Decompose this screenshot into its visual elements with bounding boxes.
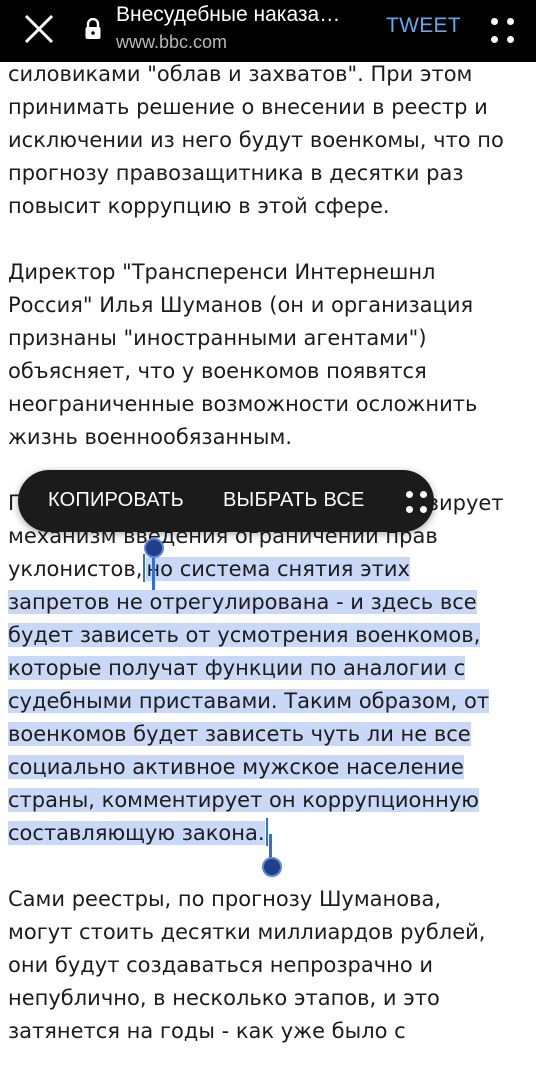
paragraph-4: Сами реестры, по прогнозу Шуманова, могу… bbox=[8, 887, 486, 1043]
selection-start-stem bbox=[152, 556, 155, 590]
select-all-button[interactable]: ВЫБРАТЬ ВСЕ bbox=[223, 489, 365, 512]
selected-text[interactable]: социально активное мужское население bbox=[8, 755, 464, 779]
selected-text[interactable]: страны, комментирует он коррупционную bbox=[8, 788, 479, 812]
more-menu-button[interactable] bbox=[488, 12, 518, 50]
more-vert-icon bbox=[491, 18, 498, 25]
tweet-button[interactable]: TWEET bbox=[386, 14, 461, 38]
selected-text[interactable]: судебными приставами. Таким образом, от bbox=[8, 689, 490, 713]
selected-text[interactable]: будет зависеть от усмотрения военкомов, bbox=[8, 623, 481, 647]
page-title: Внесудебные наказа… bbox=[116, 3, 341, 26]
page-url: www.bbc.com bbox=[116, 32, 228, 52]
paragraph-2: Директор "Трансперенси Интернешнл Россия… bbox=[8, 260, 478, 449]
selected-text[interactable]: но система снятия этих bbox=[146, 557, 410, 581]
selection-caret-end bbox=[265, 818, 268, 846]
browser-top-bar: Внесудебные наказа… www.bbc.com TWEET bbox=[0, 0, 536, 62]
article-body: силовиками "облав и захватов". При этом … bbox=[8, 58, 528, 1048]
copy-button[interactable]: КОПИРОВАТЬ bbox=[48, 489, 184, 512]
selection-start-handle[interactable] bbox=[144, 538, 164, 558]
close-button[interactable] bbox=[22, 12, 56, 46]
selected-text[interactable]: которые получат функции по аналогии с bbox=[8, 656, 466, 680]
paragraph-3[interactable]: Пзирует механизм введения ограничений пр… bbox=[8, 487, 528, 850]
toolbar-more-button[interactable] bbox=[404, 487, 430, 517]
close-icon bbox=[24, 14, 54, 44]
paragraph-1: силовиками "облав и захватов". При этом … bbox=[8, 62, 504, 218]
text-selection-toolbar: КОПИРОВАТЬ ВЫБРАТЬ ВСЕ bbox=[18, 470, 434, 532]
selected-text[interactable]: запретов не отрегулирована - и здесь все bbox=[8, 590, 477, 614]
selection-end-handle[interactable] bbox=[262, 857, 282, 877]
selected-text[interactable]: составляющую закона. bbox=[8, 821, 265, 845]
selected-text[interactable]: военкомов будет зависеть чуть ли не все bbox=[8, 722, 471, 746]
more-vert-icon bbox=[406, 491, 413, 498]
lock-icon bbox=[84, 17, 102, 40]
